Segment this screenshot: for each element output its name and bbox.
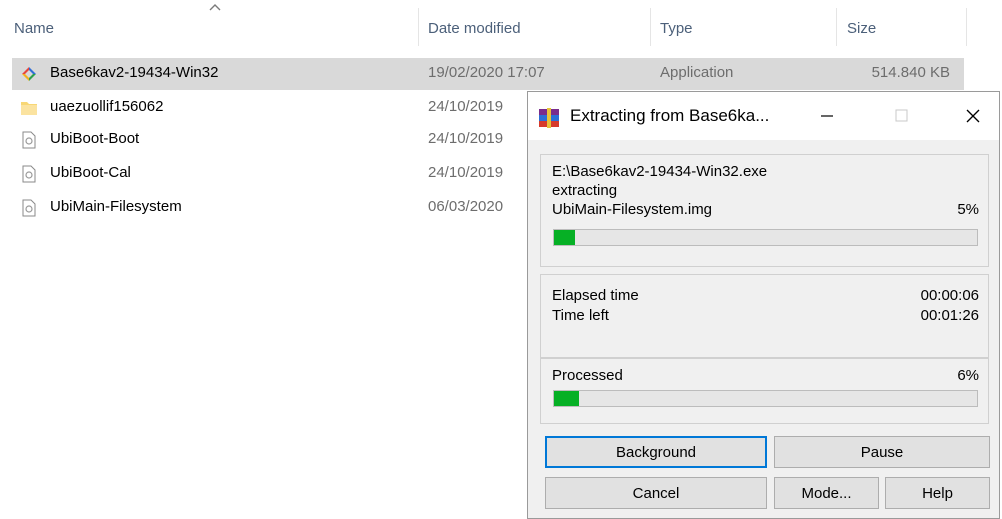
cancel-button[interactable]: Cancel (545, 477, 767, 509)
elapsed-label: Elapsed time (552, 287, 639, 304)
file-date: 19/02/2020 17:07 (428, 64, 545, 81)
file-icon (22, 165, 36, 183)
time-left-value: 00:01:26 (920, 307, 979, 324)
timing-group: Elapsed time 00:00:06 Time left 00:01:26 (540, 274, 989, 358)
column-divider[interactable] (966, 8, 967, 46)
file-progress-fill (554, 230, 576, 245)
close-icon (966, 109, 980, 123)
folder-icon (21, 102, 37, 115)
column-size-header[interactable]: Size (847, 20, 876, 37)
winrar-icon (539, 108, 559, 128)
file-percent: 5% (957, 201, 979, 218)
file-size: 514.840 KB (871, 64, 950, 81)
processed-progress-fill (554, 391, 580, 406)
background-button[interactable]: Background (545, 436, 767, 468)
file-name: uaezuollif156062 (50, 98, 164, 115)
processed-progress-bar (553, 390, 978, 407)
pause-button[interactable]: Pause (774, 436, 990, 468)
column-type-header[interactable]: Type (660, 20, 693, 37)
current-file-name: UbiMain-Filesystem.img (552, 201, 713, 218)
processed-group: Processed 6% (540, 358, 989, 424)
column-divider[interactable] (650, 8, 651, 46)
file-date: 06/03/2020 (428, 198, 504, 215)
processed-label: Processed (552, 367, 623, 384)
column-name-header[interactable]: Name (14, 20, 54, 37)
mode-button[interactable]: Mode... (774, 477, 879, 509)
file-progress-bar (553, 229, 978, 246)
file-name: Base6kav2-19434-Win32 (50, 64, 219, 81)
file-name: UbiMain-Filesystem (50, 198, 182, 215)
file-icon (22, 199, 36, 217)
processed-percent: 6% (957, 367, 979, 384)
file-type: Application (660, 64, 734, 81)
file-name: UbiBoot-Boot (50, 130, 140, 147)
minimize-button[interactable] (804, 92, 850, 140)
column-date-header[interactable]: Date modified (428, 20, 521, 37)
dialog-title: Extracting from Base6ka... (570, 106, 770, 125)
maximize-icon (895, 109, 908, 122)
minimize-icon (821, 115, 833, 117)
dialog-titlebar[interactable]: Extracting from Base6ka... (528, 92, 999, 140)
archive-path: E:\Base6kav2-19434-Win32.exe (552, 163, 768, 180)
file-icon (22, 131, 36, 149)
application-icon (22, 67, 36, 81)
sort-ascending-icon (209, 4, 221, 11)
file-date: 24/10/2019 (428, 164, 504, 181)
file-name: UbiBoot-Cal (50, 164, 131, 181)
file-date: 24/10/2019 (428, 130, 504, 147)
column-divider[interactable] (418, 8, 419, 46)
elapsed-value: 00:00:06 (920, 287, 979, 304)
column-divider[interactable] (836, 8, 837, 46)
maximize-button[interactable] (878, 92, 924, 140)
file-date: 24/10/2019 (428, 98, 504, 115)
current-file-group: E:\Base6kav2-19434-Win32.exe extracting … (540, 154, 989, 267)
close-button[interactable] (950, 92, 996, 140)
file-row[interactable]: Base6kav2-19434-Win32 19/02/2020 17:07 A… (12, 58, 964, 90)
extraction-dialog: Extracting from Base6ka... E:\Base6kav2-… (527, 91, 1000, 519)
action-label: extracting (552, 182, 618, 199)
column-header-bar: Name Date modified Type Size (0, 0, 1002, 56)
help-button[interactable]: Help (885, 477, 990, 509)
time-left-label: Time left (552, 307, 609, 324)
